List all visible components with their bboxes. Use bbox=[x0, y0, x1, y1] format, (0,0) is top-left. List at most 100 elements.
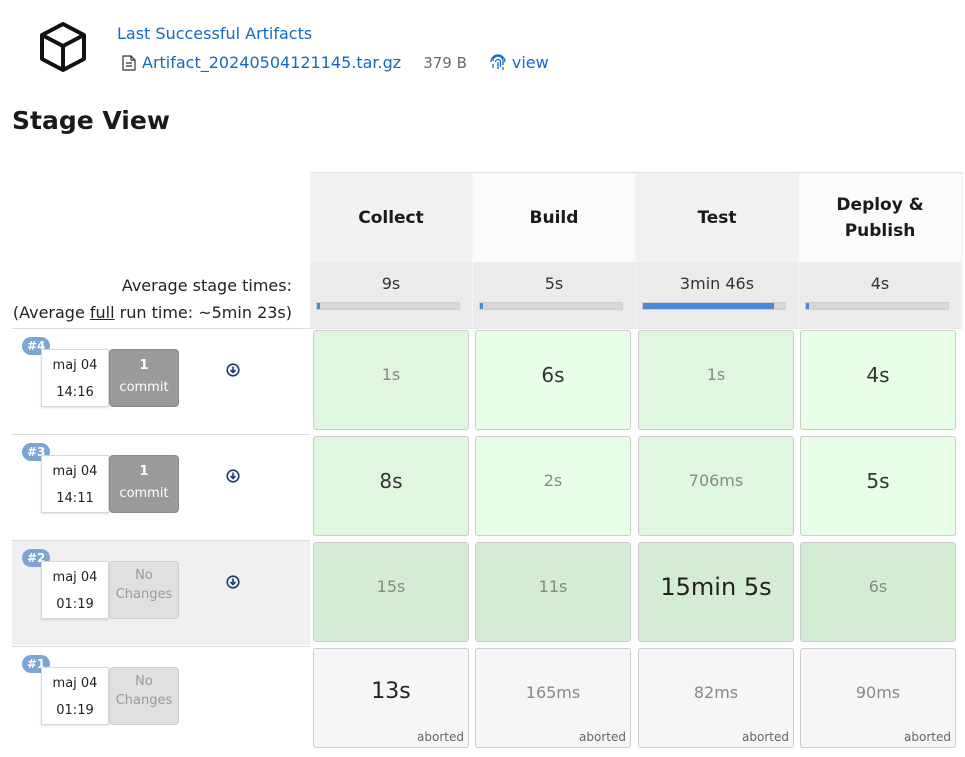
stage-cell-time: 706ms bbox=[688, 471, 744, 490]
stage-cell-time: 5s bbox=[866, 469, 890, 493]
run-date-box: maj 04 01:19 bbox=[41, 561, 109, 619]
stage-name: Build bbox=[529, 208, 579, 228]
stage-name: Collect bbox=[358, 208, 424, 228]
commit-count: 1 bbox=[139, 464, 149, 479]
stage-cell-time: 8s bbox=[379, 469, 403, 493]
no-changes-box: No Changes bbox=[109, 667, 179, 725]
stage-cell-collect[interactable]: 1s bbox=[313, 330, 469, 430]
average-time-cell: 3min 46s bbox=[636, 262, 798, 329]
download-artifact-icon[interactable] bbox=[226, 469, 240, 483]
stage-status-aborted: aborted bbox=[742, 730, 789, 744]
average-time-cell: 9s bbox=[310, 262, 472, 329]
stage-status-aborted: aborted bbox=[579, 730, 626, 744]
stage-cell-collect[interactable]: 8s bbox=[313, 436, 469, 536]
view-fingerprint-link[interactable]: view bbox=[512, 53, 549, 72]
run-row-1[interactable]: #1 maj 04 01:19 No Changes bbox=[12, 646, 310, 751]
artifact-file-link[interactable]: Artifact_20240504121145.tar.gz bbox=[142, 53, 401, 72]
average-full-prefix: (Average bbox=[12, 303, 90, 322]
run-date: maj 04 bbox=[52, 358, 98, 373]
run-date-box: maj 04 01:19 bbox=[41, 667, 109, 725]
changes-commit-button[interactable]: 1 commit bbox=[109, 349, 179, 407]
run-row-2[interactable]: #2 maj 04 01:19 No Changes bbox=[12, 540, 310, 645]
stage-cell-time: 13s bbox=[371, 679, 411, 704]
stage-view-table: Collect Build Test Deploy & Publish Aver… bbox=[12, 172, 963, 755]
average-progress-fill bbox=[317, 303, 320, 309]
stage-cell-collect[interactable]: 13s aborted bbox=[313, 648, 469, 748]
stage-cell-test[interactable]: 82ms aborted bbox=[638, 648, 794, 748]
average-time-cell: 4s bbox=[799, 262, 961, 329]
average-progress-fill bbox=[643, 303, 774, 309]
stage-cell-test[interactable]: 15min 5s bbox=[638, 542, 794, 642]
stage-header-build[interactable]: Build bbox=[473, 174, 635, 262]
changes-commit-button[interactable]: 1 commit bbox=[109, 455, 179, 513]
average-time-value: 3min 46s bbox=[679, 274, 755, 293]
commit-count: 1 bbox=[139, 358, 149, 373]
run-time: 01:19 bbox=[56, 703, 94, 718]
average-full-run-time: (Average full run time: ~5min 23s) bbox=[12, 299, 292, 326]
average-progress-fill bbox=[480, 303, 483, 309]
stage-header-collect[interactable]: Collect bbox=[310, 174, 472, 262]
stage-cell-time: 165ms bbox=[525, 683, 581, 702]
last-successful-artifacts-link[interactable]: Last Successful Artifacts bbox=[117, 24, 312, 43]
run-row-4[interactable]: #4 maj 04 14:16 1 commit bbox=[12, 328, 310, 433]
no-changes-line2: Changes bbox=[115, 693, 173, 708]
stage-cell-build[interactable]: 2s bbox=[475, 436, 631, 536]
stage-cell-time: 1s bbox=[381, 365, 401, 384]
fingerprint-icon[interactable] bbox=[490, 53, 506, 72]
no-changes-line1: No bbox=[135, 568, 153, 583]
stage-cell-build[interactable]: 11s bbox=[475, 542, 631, 642]
stage-cell-test[interactable]: 1s bbox=[638, 330, 794, 430]
average-times-label: Average stage times: (Average full run t… bbox=[12, 272, 292, 326]
stage-cell-time: 11s bbox=[538, 577, 568, 596]
download-artifact-icon[interactable] bbox=[226, 575, 240, 589]
run-date-box: maj 04 14:11 bbox=[41, 455, 109, 513]
commit-label: commit bbox=[119, 380, 169, 395]
package-box-icon bbox=[40, 22, 86, 72]
run-date: maj 04 bbox=[52, 570, 98, 585]
run-date: maj 04 bbox=[52, 464, 98, 479]
stage-cell-time: 1s bbox=[706, 365, 726, 384]
stage-cell-deploy-publish[interactable]: 5s bbox=[800, 436, 956, 536]
run-time: 01:19 bbox=[56, 597, 94, 612]
stage-header-deploy-publish[interactable]: Deploy & Publish bbox=[799, 174, 961, 262]
stage-cell-deploy-publish[interactable]: 90ms aborted bbox=[800, 648, 956, 748]
stage-cell-time: 82ms bbox=[693, 683, 739, 702]
average-full-suffix: run time: ~5min 23s) bbox=[114, 303, 292, 322]
stage-cell-build[interactable]: 165ms aborted bbox=[475, 648, 631, 748]
stage-header-test[interactable]: Test bbox=[636, 174, 798, 262]
average-time-value: 5s bbox=[544, 274, 564, 293]
download-artifact-icon[interactable] bbox=[226, 363, 240, 377]
stage-name: Test bbox=[697, 208, 737, 228]
run-date-box: maj 04 14:16 bbox=[41, 349, 109, 407]
stage-cell-time: 6s bbox=[868, 577, 888, 596]
run-row-3[interactable]: #3 maj 04 14:11 1 commit bbox=[12, 434, 310, 539]
average-progress-bar bbox=[479, 302, 623, 310]
stage-cell-collect[interactable]: 15s bbox=[313, 542, 469, 642]
stage-cell-time: 15min 5s bbox=[660, 573, 772, 601]
average-progress-fill bbox=[806, 303, 809, 309]
stage-cell-build[interactable]: 6s bbox=[475, 330, 631, 430]
stage-status-aborted: aborted bbox=[417, 730, 464, 744]
commit-label: commit bbox=[119, 486, 169, 501]
stage-cell-time: 90ms bbox=[855, 683, 901, 702]
stage-cell-deploy-publish[interactable]: 4s bbox=[800, 330, 956, 430]
stage-cell-time: 4s bbox=[866, 363, 890, 387]
artifact-file-size: 379 B bbox=[423, 53, 467, 72]
no-changes-line2: Changes bbox=[115, 587, 173, 602]
average-time-value: 9s bbox=[381, 274, 401, 293]
average-progress-bar bbox=[316, 302, 460, 310]
average-time-cell: 5s bbox=[473, 262, 635, 329]
stage-cell-time: 6s bbox=[541, 363, 565, 387]
stage-cell-deploy-publish[interactable]: 6s bbox=[800, 542, 956, 642]
run-time: 14:16 bbox=[56, 385, 94, 400]
stage-cell-test[interactable]: 706ms bbox=[638, 436, 794, 536]
no-changes-box: No Changes bbox=[109, 561, 179, 619]
average-full-word: full bbox=[89, 303, 115, 322]
stage-status-aborted: aborted bbox=[904, 730, 951, 744]
average-time-value: 4s bbox=[870, 274, 890, 293]
run-time: 14:11 bbox=[56, 491, 94, 506]
file-icon bbox=[122, 54, 136, 71]
stage-cell-time: 15s bbox=[376, 577, 406, 596]
stage-view-title: Stage View bbox=[12, 106, 170, 135]
artifact-row: Artifact_20240504121145.tar.gz 379 B vie… bbox=[122, 53, 549, 72]
